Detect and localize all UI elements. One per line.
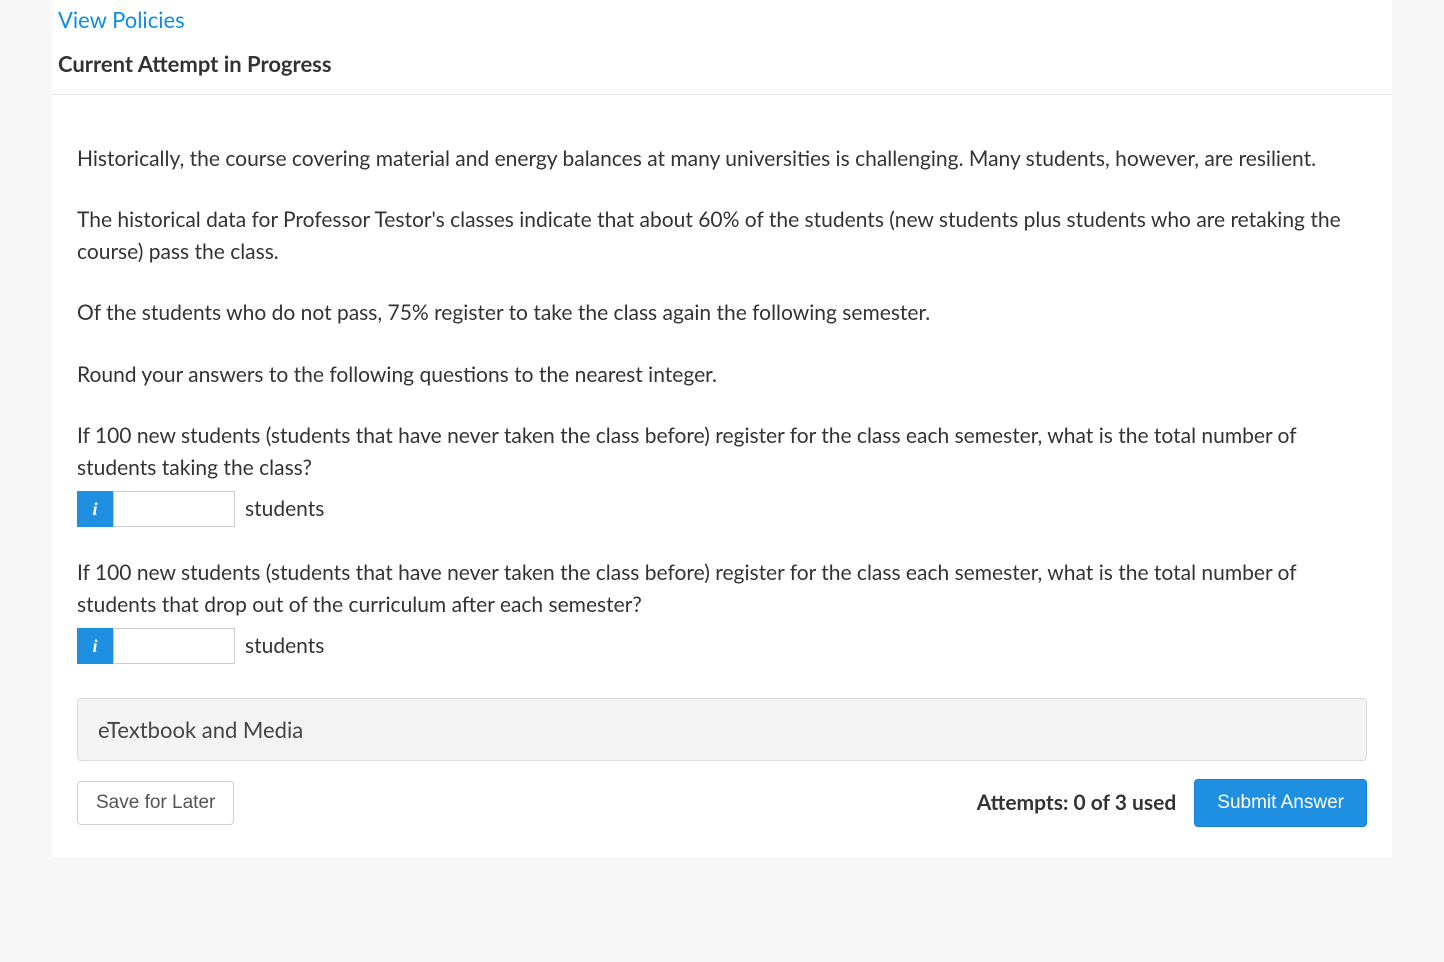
question-container: View Policies Current Attempt in Progres… [52,0,1392,857]
question-paragraph: Of the students who do not pass, 75% reg… [77,297,1367,329]
question-paragraph: Historically, the course covering materi… [77,143,1367,175]
unit-label: students [245,630,324,662]
answer-input-2[interactable] [113,628,235,664]
attempt-status-heading: Current Attempt in Progress [52,37,1392,95]
info-icon[interactable]: i [77,628,113,664]
answer-input-row-1: i students [77,491,1367,527]
unit-label: students [245,493,324,525]
question-prompt-2: If 100 new students (students that have … [77,557,1367,620]
question-paragraph: Round your answers to the following ques… [77,359,1367,391]
attempts-counter: Attempts: 0 of 3 used [977,787,1177,819]
question-paragraph: The historical data for Professor Testor… [77,204,1367,267]
submit-answer-button[interactable]: Submit Answer [1194,779,1367,827]
answer-input-row-2: i students [77,628,1367,664]
footer-right-group: Attempts: 0 of 3 used Submit Answer [977,779,1367,827]
etextbook-media-bar[interactable]: eTextbook and Media [77,698,1367,761]
question-prompt-1: If 100 new students (students that have … [77,420,1367,483]
footer-bar: Save for Later Attempts: 0 of 3 used Sub… [52,779,1392,857]
question-body: Historically, the course covering materi… [52,95,1392,699]
info-icon[interactable]: i [77,491,113,527]
answer-input-1[interactable] [113,491,235,527]
view-policies-link[interactable]: View Policies [52,0,191,36]
save-for-later-button[interactable]: Save for Later [77,781,234,825]
